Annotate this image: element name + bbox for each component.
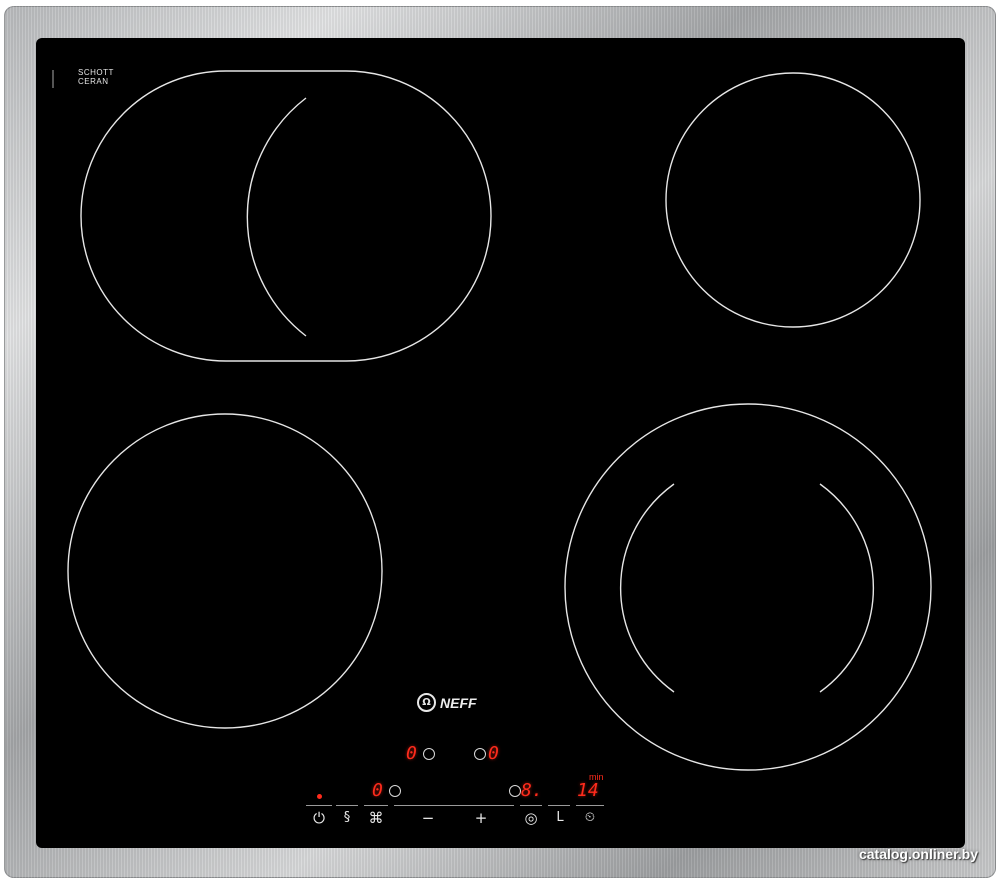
cooking-zones (67, 70, 932, 771)
schott-ceran-label: SCHOTT CERAN (52, 68, 114, 88)
power-indicator-dot (317, 794, 322, 799)
top-right-zone (665, 72, 921, 328)
minus-icon[interactable]: − (417, 809, 439, 827)
oval-zone-inner-arc (246, 97, 307, 337)
left-control-level-display: 0 (372, 780, 383, 801)
bottom-right-zone-inner-arc-left (619, 483, 675, 693)
button-divider (576, 805, 604, 806)
bottom-right-zone-outer (564, 403, 932, 771)
zone-indicator-ring (474, 748, 486, 760)
zone-right-level-display: 0 (488, 743, 499, 764)
slider-line (394, 805, 514, 806)
brand-logo: Ω NEFF (417, 693, 477, 712)
zone-select-icon[interactable]: ◎ (520, 809, 542, 827)
zone-left-level-display: 0 (406, 743, 417, 764)
button-divider (364, 805, 388, 806)
right-control-level-display: 8. (521, 780, 543, 801)
watermark: catalog.onliner.by (858, 846, 978, 862)
button-divider (520, 805, 542, 806)
schott-text: SCHOTT (78, 68, 114, 77)
button-divider (306, 805, 332, 806)
keep-warm-icon[interactable]: L (549, 809, 571, 827)
bottom-left-zone (67, 413, 383, 729)
child-lock-icon[interactable]: ⌘ (365, 809, 387, 827)
ceramic-glass-panel: SCHOTT CERAN Ω NEFF 0 0 0 8. min 14 ⏻ § … (36, 38, 965, 848)
button-divider (548, 805, 570, 806)
bottom-right-zone-inner-arc-right (819, 483, 875, 693)
zone-indicator-ring (423, 748, 435, 760)
timer-display: 14 (577, 780, 599, 801)
plus-icon[interactable]: + (470, 809, 492, 827)
control-indicator-ring (389, 785, 401, 797)
ceran-text: CERAN (78, 77, 109, 86)
brand-name: NEFF (440, 694, 477, 711)
wipe-protect-icon[interactable]: § (336, 809, 358, 827)
timer-icon[interactable]: ⏲ (579, 809, 601, 827)
button-divider (336, 805, 358, 806)
power-icon[interactable]: ⏻ (308, 809, 330, 827)
control-indicator-ring (509, 785, 521, 797)
neff-emblem-icon: Ω (417, 693, 436, 712)
